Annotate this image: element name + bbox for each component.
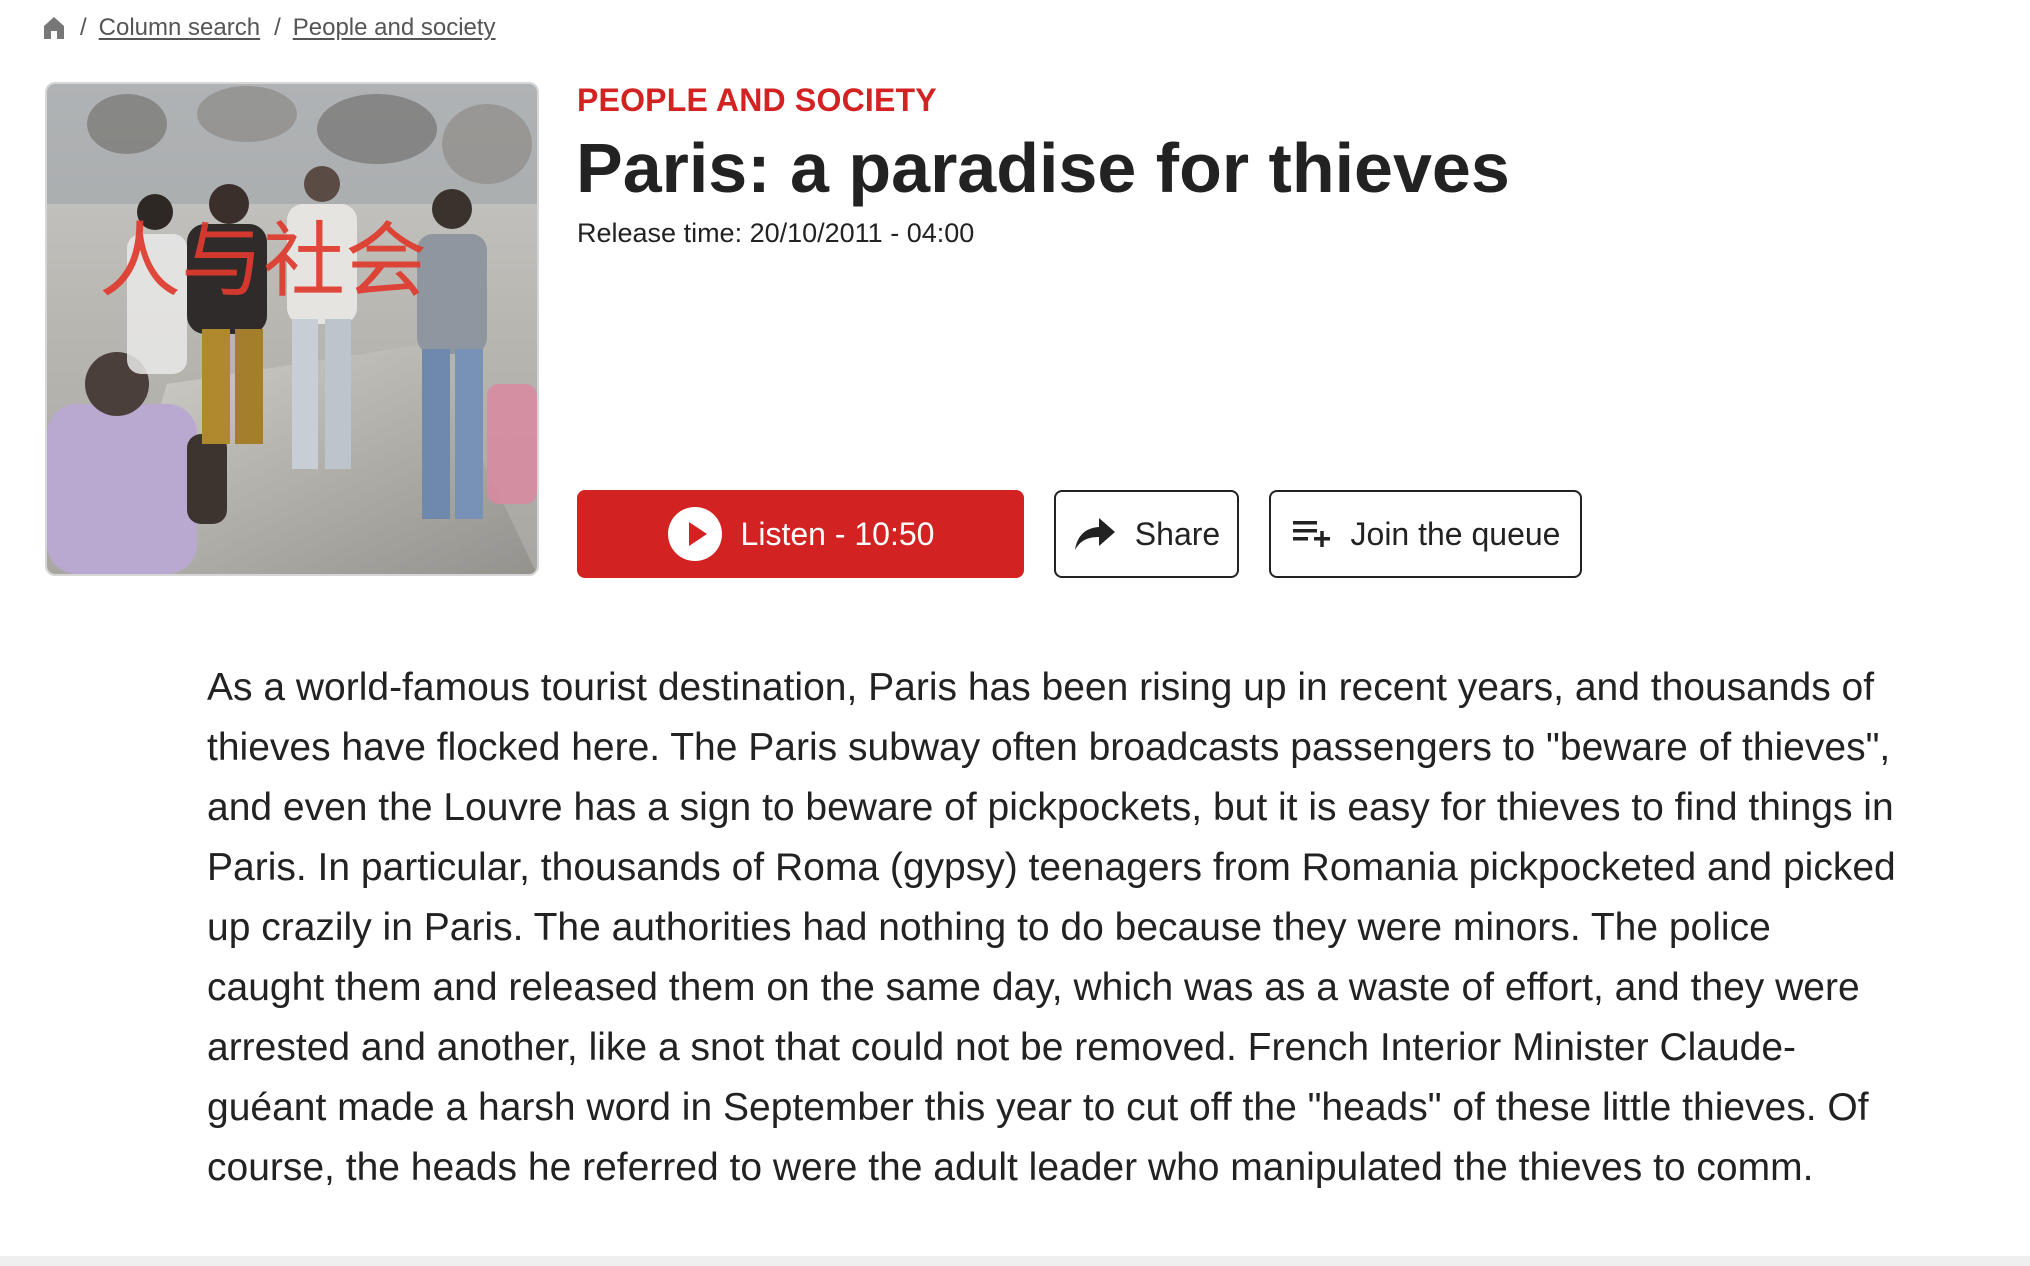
share-button[interactable]: Share [1054,490,1239,578]
bottom-divider [0,1256,2030,1266]
playlist-add-icon [1291,518,1333,550]
join-queue-button[interactable]: Join the queue [1269,490,1582,578]
breadcrumb-separator: / [274,14,281,41]
listen-button-label: Listen - 10:50 [740,515,935,552]
cover-calligraphy-text: 人与社会 [99,214,427,309]
share-button-label: Share [1134,515,1221,552]
breadcrumb: / Column search / People and society [42,10,496,46]
listen-button[interactable]: Listen - 10:50 [577,490,1024,578]
breadcrumb-link-people-and-society[interactable]: People and society [293,14,496,42]
category-label: PEOPLE AND SOCIETY [577,82,937,118]
home-icon[interactable] [42,15,66,41]
page-title: Paris: a paradise for thieves [576,129,1510,207]
share-arrow-icon [1073,516,1117,552]
article-body: As a world-famous tourist destination, P… [207,666,1896,1189]
release-time: Release time: 20/10/2011 - 04:00 [577,218,975,248]
breadcrumb-link-column-search[interactable]: Column search [99,14,260,42]
play-icon [667,506,723,562]
breadcrumb-separator: / [80,14,87,41]
episode-cover-image: 人与社会 [45,82,539,576]
join-queue-button-label: Join the queue [1350,515,1561,552]
